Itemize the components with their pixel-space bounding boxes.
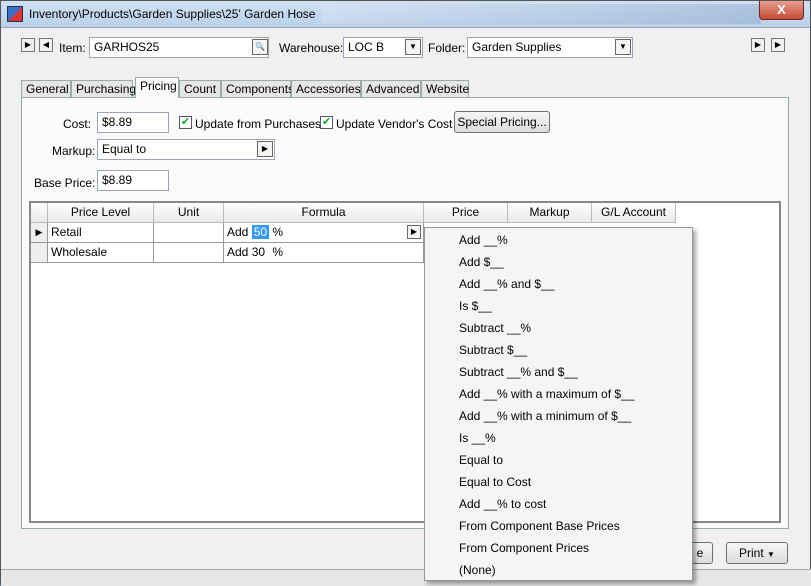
tab-pricing[interactable]: Pricing bbox=[135, 77, 179, 98]
tab-accessories[interactable]: Accessories bbox=[291, 80, 361, 98]
formula-suffix: % bbox=[272, 225, 284, 239]
folder-label: Folder: bbox=[428, 41, 466, 55]
menu-item-subtract-dollar[interactable]: Subtract $__ bbox=[425, 339, 692, 361]
update-vendor-cost-checkbox[interactable]: ✔ bbox=[320, 116, 333, 129]
menu-item-equal-to[interactable]: Equal to bbox=[425, 449, 692, 471]
table-row-unit[interactable] bbox=[154, 223, 224, 243]
last-record-button[interactable]: ▶ bbox=[771, 38, 785, 52]
menu-item-subtract-percent-and-dollar[interactable]: Subtract __% and $__ bbox=[425, 361, 692, 383]
column-header-formula[interactable]: Formula bbox=[224, 203, 424, 223]
menu-item-from-component-base-prices[interactable]: From Component Base Prices bbox=[425, 515, 692, 537]
print-button-label: Print bbox=[739, 546, 764, 560]
item-input[interactable]: GARHOS25 bbox=[89, 37, 269, 58]
tab-components[interactable]: Components bbox=[221, 80, 294, 98]
menu-item-equal-to-cost[interactable]: Equal to Cost bbox=[425, 471, 692, 493]
menu-item-add-percent-min[interactable]: Add __% with a minimum of $__ bbox=[425, 405, 692, 427]
title-bar[interactable]: Inventory\Products\Garden Supplies\25' G… bbox=[1, 1, 810, 28]
tab-purchasing[interactable]: Purchasing bbox=[71, 80, 136, 98]
row-selector[interactable] bbox=[31, 243, 48, 263]
window-title: Inventory\Products\Garden Supplies\25' G… bbox=[29, 7, 316, 21]
folder-select[interactable]: Garden Supplies bbox=[467, 37, 633, 58]
menu-item-is-percent[interactable]: Is __% bbox=[425, 427, 692, 449]
item-lookup-icon[interactable]: 🔍 bbox=[252, 39, 268, 55]
chevron-down-icon[interactable]: ▼ bbox=[615, 39, 631, 55]
special-pricing-button[interactable]: Special Pricing... bbox=[454, 111, 550, 133]
table-row-formula[interactable]: Add 30 % bbox=[224, 243, 424, 263]
menu-item-subtract-percent[interactable]: Subtract __% bbox=[425, 317, 692, 339]
column-header-markup[interactable]: Markup bbox=[508, 203, 592, 223]
background-taskbar-tabs bbox=[321, 4, 761, 24]
formula-menu-arrow-icon[interactable]: ▶ bbox=[407, 225, 421, 239]
first-record-button[interactable]: ▶ bbox=[21, 38, 35, 52]
menu-item-none[interactable]: (None) bbox=[425, 559, 692, 581]
tab-website[interactable]: Website bbox=[421, 80, 469, 98]
window-close-button[interactable]: X bbox=[759, 1, 804, 20]
tab-count[interactable]: Count bbox=[179, 80, 221, 98]
formula-prefix: Add bbox=[227, 225, 249, 239]
next-record-button[interactable]: ▶ bbox=[751, 38, 765, 52]
column-header-unit[interactable]: Unit bbox=[154, 203, 224, 223]
update-from-purchases-checkbox[interactable]: ✔ bbox=[179, 116, 192, 129]
markup-select[interactable]: Equal to bbox=[97, 139, 275, 160]
grid-corner bbox=[31, 203, 48, 223]
menu-item-add-percent-and-dollar[interactable]: Add __% and $__ bbox=[425, 273, 692, 295]
markup-label: Markup: bbox=[52, 144, 96, 158]
table-row-formula[interactable]: Add 50 % bbox=[224, 223, 424, 243]
cost-input[interactable]: $8.89 bbox=[97, 112, 169, 133]
app-icon bbox=[7, 6, 23, 22]
tab-advanced[interactable]: Advanced bbox=[361, 80, 421, 98]
row-selector-current[interactable]: ▶ bbox=[31, 223, 48, 243]
column-header-price[interactable]: Price bbox=[424, 203, 508, 223]
formula-dropdown-menu: Add __% Add $__ Add __% and $__ Is $__ S… bbox=[424, 227, 693, 581]
formula-suffix: % bbox=[272, 245, 284, 259]
warehouse-label: Warehouse: bbox=[279, 41, 344, 55]
menu-item-add-percent-max[interactable]: Add __% with a maximum of $__ bbox=[425, 383, 692, 405]
table-row-price-level[interactable]: Retail bbox=[48, 223, 154, 243]
chevron-right-icon[interactable]: ▶ bbox=[257, 141, 273, 157]
menu-item-add-percent[interactable]: Add __% bbox=[425, 229, 692, 251]
table-row-price-level[interactable]: Wholesale bbox=[48, 243, 154, 263]
table-row-unit[interactable] bbox=[154, 243, 224, 263]
print-button[interactable]: Print ▼ bbox=[726, 542, 788, 564]
tab-general[interactable]: General bbox=[21, 80, 71, 98]
formula-value: 30 bbox=[251, 245, 266, 259]
formula-prefix: Add bbox=[227, 245, 249, 259]
chevron-down-icon: ▼ bbox=[767, 550, 775, 559]
update-vendor-cost-label: Update Vendor's Cost bbox=[336, 117, 453, 131]
menu-item-is-dollar[interactable]: Is $__ bbox=[425, 295, 692, 317]
menu-item-from-component-prices[interactable]: From Component Prices bbox=[425, 537, 692, 559]
formula-value-input[interactable]: 50 bbox=[251, 225, 270, 239]
chevron-down-icon[interactable]: ▼ bbox=[405, 39, 421, 55]
column-header-price-level[interactable]: Price Level bbox=[48, 203, 154, 223]
inventory-window: Inventory\Products\Garden Supplies\25' G… bbox=[0, 0, 811, 586]
prev-record-button[interactable]: ◀ bbox=[39, 38, 53, 52]
column-header-gl-account[interactable]: G/L Account bbox=[592, 203, 676, 223]
cost-label: Cost: bbox=[63, 117, 92, 131]
base-price-label: Base Price: bbox=[34, 176, 96, 190]
base-price-input[interactable]: $8.89 bbox=[97, 170, 169, 191]
item-label: Item: bbox=[59, 41, 86, 55]
menu-item-add-dollar[interactable]: Add $__ bbox=[425, 251, 692, 273]
update-from-purchases-label: Update from Purchases bbox=[195, 117, 322, 131]
menu-item-add-percent-to-cost[interactable]: Add __% to cost bbox=[425, 493, 692, 515]
